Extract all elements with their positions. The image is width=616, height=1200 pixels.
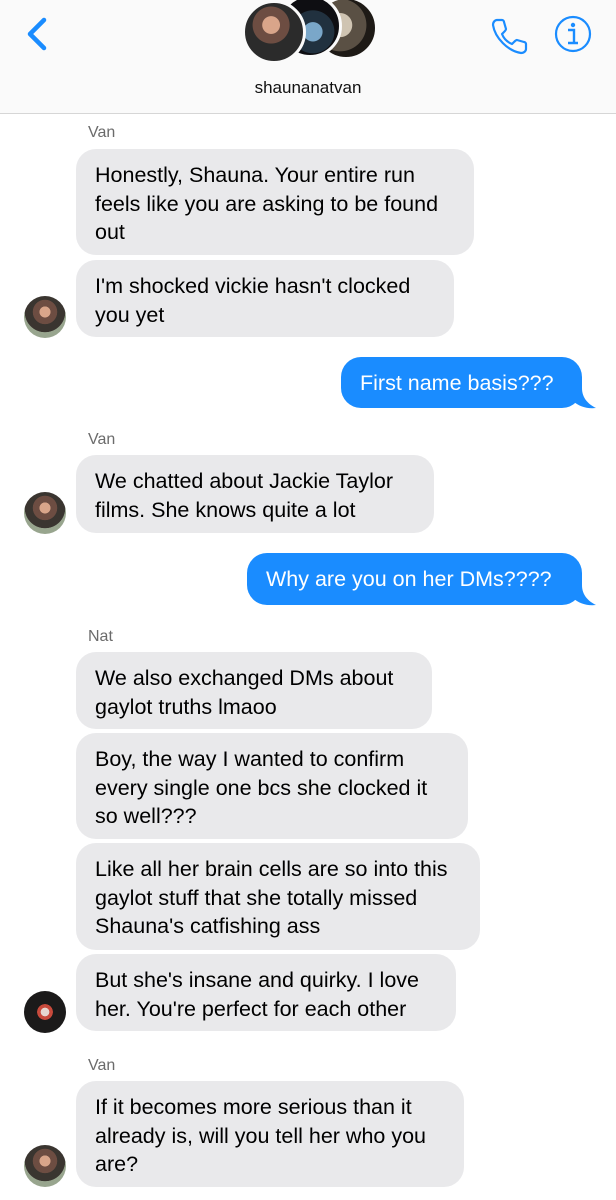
message-text: Boy, the way I wanted to confirm every s… (95, 747, 428, 828)
avatar[interactable] (24, 492, 66, 534)
incoming-message[interactable]: I'm shocked vickie hasn't clocked you ye… (76, 260, 454, 337)
message-text: First name basis??? (360, 371, 554, 395)
chevron-left-icon[interactable] (20, 14, 56, 54)
message-text: Why are you on her DMs???? (266, 567, 552, 591)
message-text: Like all her brain cells are so into thi… (95, 857, 448, 938)
avatar[interactable] (24, 991, 66, 1033)
outgoing-message[interactable]: Why are you on her DMs???? (247, 553, 582, 605)
group-avatar[interactable] (242, 0, 378, 66)
incoming-message[interactable]: But she's insane and quirky. I love her.… (76, 954, 456, 1031)
bubble-tail (574, 388, 596, 409)
message-text: We chatted about Jackie Taylor films. Sh… (95, 469, 393, 522)
avatar[interactable] (24, 1145, 66, 1187)
message-text: We also exchanged DMs about gaylot truth… (95, 666, 394, 719)
message-text: I'm shocked vickie hasn't clocked you ye… (95, 274, 411, 327)
sender-name: Van (88, 124, 116, 141)
avatar[interactable] (24, 296, 66, 338)
sender-name: Van (88, 431, 116, 448)
sender-name: Van (88, 1057, 116, 1074)
conversation-header: shaunanatvan (0, 0, 616, 114)
message-text: If it becomes more serious than it alrea… (95, 1095, 427, 1176)
incoming-message[interactable]: Honestly, Shauna. Your entire run feels … (76, 149, 474, 255)
sender-name: Nat (88, 628, 113, 645)
phone-icon[interactable] (488, 14, 532, 58)
info-icon[interactable] (553, 14, 593, 54)
message-text: But she's insane and quirky. I love her.… (95, 968, 420, 1021)
incoming-message[interactable]: If it becomes more serious than it alrea… (76, 1081, 464, 1187)
message-text: Honestly, Shauna. Your entire run feels … (95, 163, 439, 244)
incoming-message[interactable]: Boy, the way I wanted to confirm every s… (76, 733, 468, 839)
member-avatar (242, 0, 306, 64)
group-name[interactable]: shaunanatvan (0, 78, 616, 98)
bubble-tail (574, 585, 596, 606)
incoming-message[interactable]: We also exchanged DMs about gaylot truth… (76, 652, 432, 729)
incoming-message[interactable]: We chatted about Jackie Taylor films. Sh… (76, 455, 434, 533)
outgoing-message[interactable]: First name basis??? (341, 357, 582, 408)
incoming-message[interactable]: Like all her brain cells are so into thi… (76, 843, 480, 950)
